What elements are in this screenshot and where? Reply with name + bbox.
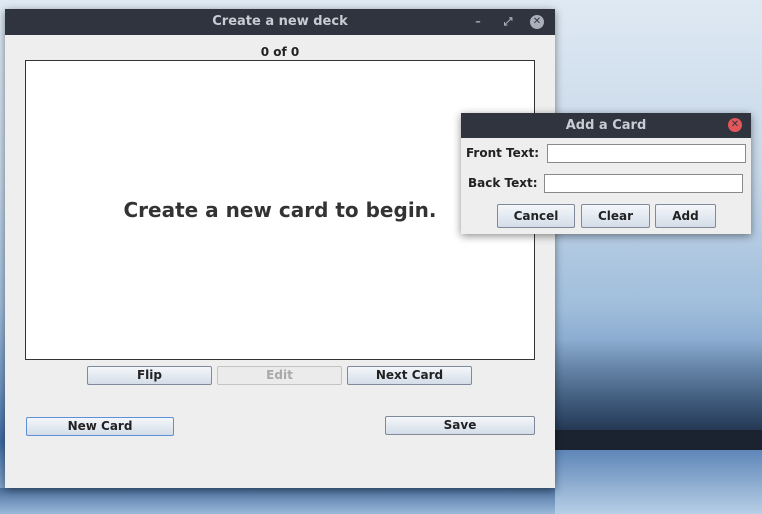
cancel-button[interactable]: Cancel (497, 204, 575, 228)
front-text-label: Front Text: (466, 146, 540, 160)
new-card-button[interactable]: New Card (26, 417, 174, 436)
next-card-button[interactable]: Next Card (347, 366, 472, 385)
desktop-wallpaper-strip (0, 488, 555, 514)
save-button[interactable]: Save (385, 416, 535, 435)
dialog-title: Add a Card (565, 118, 647, 133)
window-title: Create a new deck (212, 14, 348, 29)
clear-button[interactable]: Clear (581, 204, 650, 228)
add-button[interactable]: Add (655, 204, 716, 228)
flip-button[interactable]: Flip (87, 366, 212, 385)
back-text-input[interactable] (544, 174, 743, 193)
close-icon[interactable]: ✕ (728, 118, 742, 132)
card-text: Create a new card to begin. (123, 198, 437, 222)
window-titlebar[interactable]: Create a new deck – ⤢ ✕ (5, 9, 555, 35)
edit-button: Edit (217, 366, 342, 385)
desktop-wallpaper-reflection (555, 450, 762, 514)
dialog-titlebar[interactable]: Add a Card ✕ (461, 113, 751, 138)
card-counter: 0 of 0 (260, 45, 300, 59)
desktop-wallpaper-trees (555, 340, 762, 450)
create-deck-window: Create a new deck – ⤢ ✕ 0 of 0 Create a … (5, 9, 555, 488)
card-display[interactable]: Create a new card to begin. (25, 60, 535, 360)
add-card-dialog: Add a Card ✕ Front Text: Back Text: Canc… (461, 113, 751, 234)
back-text-label: Back Text: (468, 176, 538, 190)
minimize-icon[interactable]: – (471, 15, 485, 29)
maximize-icon[interactable]: ⤢ (501, 15, 515, 29)
close-icon[interactable]: ✕ (530, 15, 544, 29)
front-text-input[interactable] (547, 144, 746, 163)
